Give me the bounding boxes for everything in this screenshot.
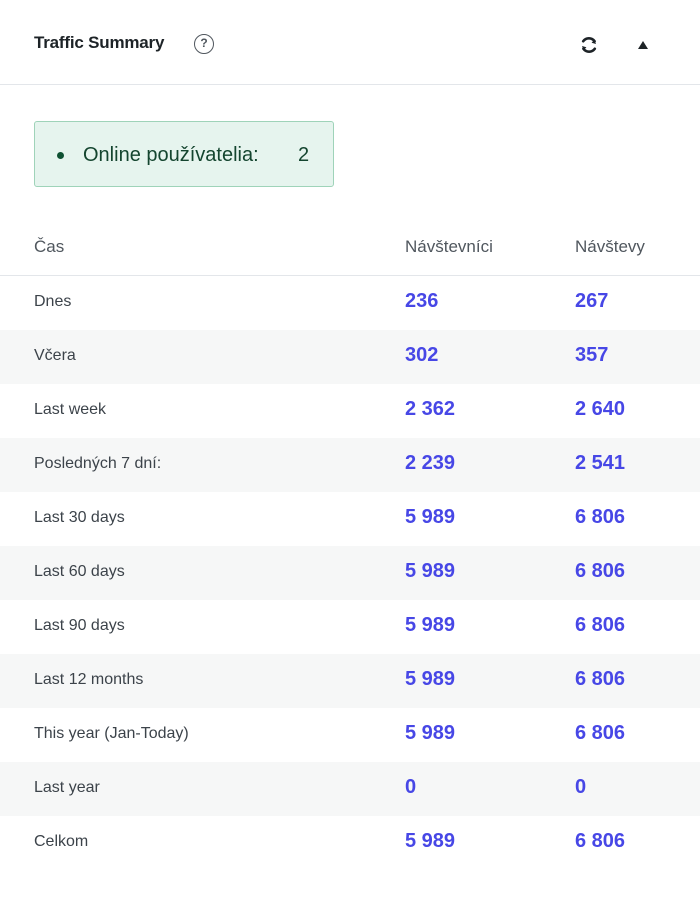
visitors-value[interactable]: 0 bbox=[405, 776, 416, 799]
row-label: This year (Jan-Today) bbox=[34, 725, 189, 742]
visits-value[interactable]: 6 806 bbox=[575, 506, 625, 529]
row-label: Posledných 7 dní: bbox=[34, 455, 162, 472]
row-label: Včera bbox=[34, 347, 76, 364]
question-circle-icon[interactable]: ? bbox=[194, 34, 214, 54]
table-header: Čas Návštevníci Návštevy bbox=[0, 220, 700, 276]
visitors-value[interactable]: 5 989 bbox=[405, 830, 455, 853]
refresh-icon[interactable] bbox=[579, 35, 599, 55]
visits-value[interactable]: 357 bbox=[575, 344, 608, 367]
table-row: Posledných 7 dní: 2 239 2 541 bbox=[0, 438, 700, 492]
visitors-value[interactable]: 5 989 bbox=[405, 614, 455, 637]
column-header-visitors: Návštevníci bbox=[405, 237, 493, 256]
visits-value[interactable]: 267 bbox=[575, 290, 608, 313]
visitors-value[interactable]: 5 989 bbox=[405, 560, 455, 583]
table-row: Last year 0 0 bbox=[0, 762, 700, 816]
traffic-summary-widget: Traffic Summary ? Online používatelia: 2… bbox=[0, 0, 700, 900]
visitors-value[interactable]: 5 989 bbox=[405, 506, 455, 529]
column-header-visits: Návštevy bbox=[575, 237, 645, 256]
visits-value[interactable]: 6 806 bbox=[575, 830, 625, 853]
row-label: Last week bbox=[34, 401, 107, 418]
visits-value[interactable]: 6 806 bbox=[575, 614, 625, 637]
table-row: Last week 2 362 2 640 bbox=[0, 384, 700, 438]
row-label: Last 90 days bbox=[34, 617, 125, 634]
visitors-value[interactable]: 302 bbox=[405, 344, 438, 367]
widget-header: Traffic Summary ? bbox=[0, 0, 700, 85]
online-users-label: Online používatelia: bbox=[83, 144, 259, 166]
visits-value[interactable]: 6 806 bbox=[575, 560, 625, 583]
visitors-value[interactable]: 5 989 bbox=[405, 722, 455, 745]
caret-up-icon[interactable] bbox=[637, 39, 649, 51]
table-row: This year (Jan-Today) 5 989 6 806 bbox=[0, 708, 700, 762]
row-label: Last 60 days bbox=[34, 563, 125, 580]
row-label: Last 12 months bbox=[34, 671, 144, 688]
table-row: Last 60 days 5 989 6 806 bbox=[0, 546, 700, 600]
row-label: Dnes bbox=[34, 293, 72, 310]
column-header-time: Čas bbox=[34, 237, 65, 256]
table-row: Last 30 days 5 989 6 806 bbox=[0, 492, 700, 546]
widget-title: Traffic Summary bbox=[34, 33, 165, 52]
visitors-value[interactable]: 2 362 bbox=[405, 398, 455, 421]
visits-value[interactable]: 2 541 bbox=[575, 452, 625, 475]
visitors-value[interactable]: 2 239 bbox=[405, 452, 455, 475]
table-row: Celkom 5 989 6 806 bbox=[0, 816, 700, 870]
online-users-box: Online používatelia: 2 bbox=[34, 121, 334, 187]
row-label: Last 30 days bbox=[34, 509, 125, 526]
visitors-value[interactable]: 5 989 bbox=[405, 668, 455, 691]
visitors-value[interactable]: 236 bbox=[405, 290, 438, 313]
online-status-dot-icon bbox=[57, 152, 64, 159]
table-row: Včera 302 357 bbox=[0, 330, 700, 384]
table-row: Last 90 days 5 989 6 806 bbox=[0, 600, 700, 654]
visits-value[interactable]: 2 640 bbox=[575, 398, 625, 421]
visits-value[interactable]: 6 806 bbox=[575, 722, 625, 745]
row-label: Celkom bbox=[34, 833, 89, 850]
table-row: Dnes 236 267 bbox=[0, 276, 700, 330]
traffic-table: Čas Návštevníci Návštevy Dnes 236 267 Vč… bbox=[0, 220, 700, 870]
online-users-count: 2 bbox=[298, 144, 310, 166]
visits-value[interactable]: 0 bbox=[575, 776, 586, 799]
table-row: Last 12 months 5 989 6 806 bbox=[0, 654, 700, 708]
visits-value[interactable]: 6 806 bbox=[575, 668, 625, 691]
row-label: Last year bbox=[34, 779, 100, 796]
